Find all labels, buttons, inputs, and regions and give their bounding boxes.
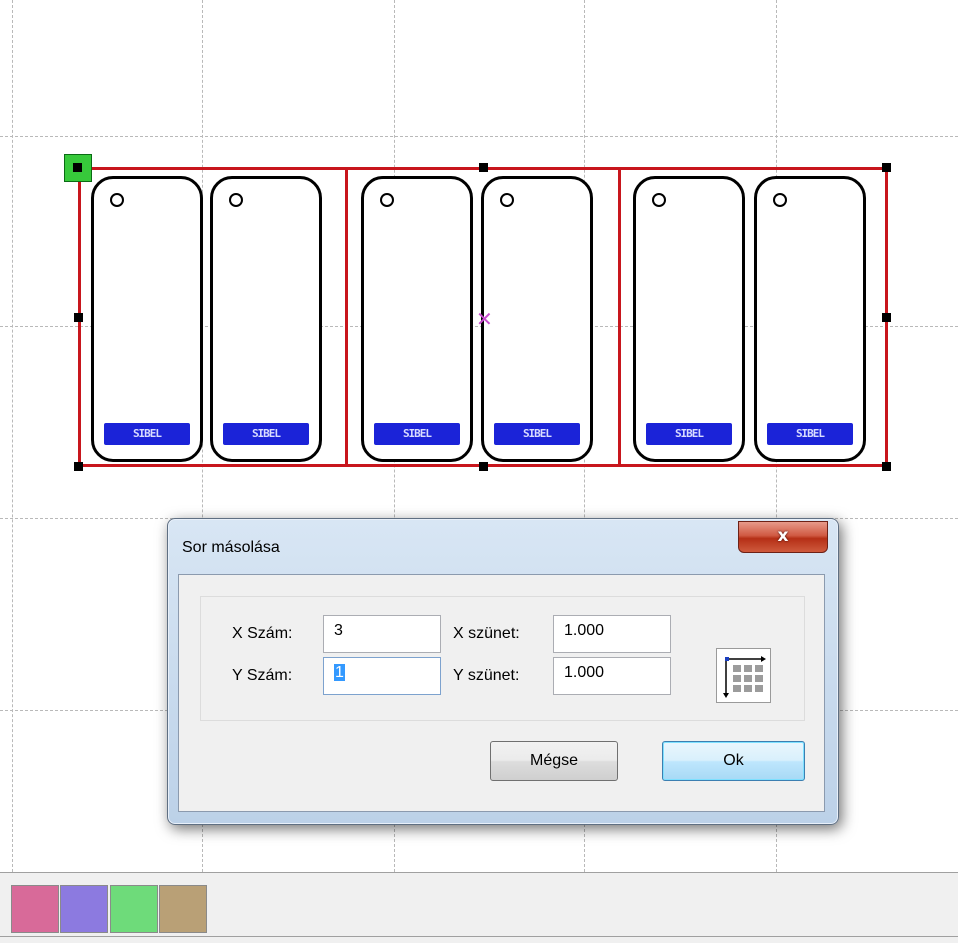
palette-bottom-border: [0, 936, 958, 937]
dialog-body: X Szám: 3 Y Szám: 1 X szünet: 1.000 Y sz…: [178, 574, 825, 812]
color-swatch-tan[interactable]: [159, 885, 207, 933]
tag-hole: [229, 193, 243, 207]
copy-row-dialog: Sor másolása x X Szám: 3 Y Szám: 1 X szü…: [167, 518, 839, 825]
grid-direction-icon-graphic: [723, 656, 766, 698]
grid-line: [12, 0, 13, 872]
x-count-input[interactable]: 3: [323, 615, 441, 653]
resize-handle-left[interactable]: [74, 313, 83, 322]
tag-label: SIBEL: [646, 423, 732, 445]
y-count-input[interactable]: 1: [323, 657, 441, 695]
tag-shape[interactable]: SIBEL: [633, 176, 745, 462]
ok-button[interactable]: Ok: [662, 741, 805, 781]
copy-parameters-panel: X Szám: 3 Y Szám: 1 X szünet: 1.000 Y sz…: [200, 596, 805, 721]
y-gap-input[interactable]: 1.000: [553, 657, 671, 695]
tag-shape[interactable]: SIBEL: [481, 176, 593, 462]
resize-handle-top[interactable]: [479, 163, 488, 172]
color-swatch-green[interactable]: [110, 885, 158, 933]
color-swatch-violet[interactable]: [60, 885, 108, 933]
tag-hole: [500, 193, 514, 207]
x-count-label: X Szám:: [232, 625, 293, 642]
resize-handle-top-right[interactable]: [882, 163, 891, 172]
resize-handle-bottom-right[interactable]: [882, 462, 891, 471]
close-button[interactable]: x: [738, 521, 828, 553]
y-count-label: Y Szám:: [232, 667, 293, 684]
close-icon: x: [777, 526, 789, 546]
tag-hole: [773, 193, 787, 207]
resize-handle-bottom[interactable]: [479, 462, 488, 471]
y-count-selected-text: 1: [334, 664, 345, 681]
grid-direction-icon[interactable]: [716, 648, 771, 703]
tag-label: SIBEL: [223, 423, 309, 445]
color-swatch-pink[interactable]: [11, 885, 59, 933]
x-gap-input[interactable]: 1.000: [553, 615, 671, 653]
tag-shape[interactable]: SIBEL: [91, 176, 203, 462]
anchor-handle[interactable]: [64, 154, 92, 182]
tag-shape[interactable]: SIBEL: [754, 176, 866, 462]
resize-handle-bottom-left[interactable]: [74, 462, 83, 471]
tag-label: SIBEL: [494, 423, 580, 445]
center-cross-icon: ✕: [476, 307, 493, 331]
y-gap-label: Y szünet:: [453, 667, 520, 684]
grid-line: [0, 136, 958, 137]
tag-shape[interactable]: SIBEL: [361, 176, 473, 462]
color-palette-bar: [0, 872, 958, 943]
tag-hole: [652, 193, 666, 207]
anchor-handle-square: [73, 163, 82, 172]
dialog-title: Sor másolása: [182, 539, 280, 556]
tag-hole: [110, 193, 124, 207]
tag-label: SIBEL: [767, 423, 853, 445]
x-gap-label: X szünet:: [453, 625, 520, 642]
tag-label: SIBEL: [374, 423, 460, 445]
tag-shape[interactable]: SIBEL: [210, 176, 322, 462]
cancel-button[interactable]: Mégse: [490, 741, 618, 781]
tag-label: SIBEL: [104, 423, 190, 445]
resize-handle-right[interactable]: [882, 313, 891, 322]
tag-hole: [380, 193, 394, 207]
